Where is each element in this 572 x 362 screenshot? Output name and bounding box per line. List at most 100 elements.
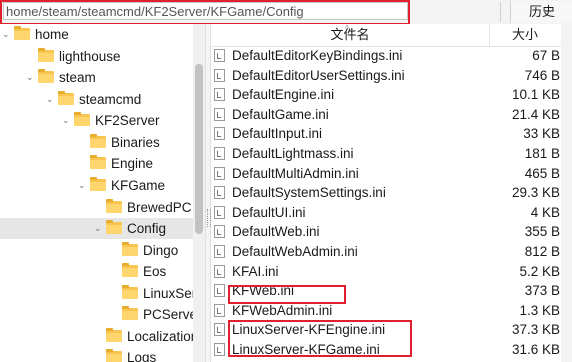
file-size: 21.4 KB — [511, 106, 560, 122]
tree-scrollbar[interactable] — [193, 24, 205, 362]
file-icon — [214, 166, 225, 180]
tree-item-label: steam — [59, 70, 96, 85]
tree-item-localization[interactable]: Localization — [0, 326, 198, 347]
folder-icon — [106, 199, 122, 213]
column-header-size[interactable]: 大小 — [490, 24, 560, 46]
file-row[interactable]: KFWebAdmin.ini 1.3 KB — [211, 301, 572, 321]
folder-icon — [106, 349, 122, 362]
file-name: DefaultUI.ini — [232, 204, 306, 220]
file-name: DefaultInput.ini — [232, 126, 323, 142]
file-row[interactable]: DefaultWebAdmin.ini 812 B — [211, 242, 572, 262]
folder-icon — [122, 306, 138, 320]
tree-scrollbar-thumb[interactable] — [195, 64, 203, 234]
file-row[interactable]: DefaultEditorKeyBindings.ini 67 B — [211, 46, 572, 66]
tree-item-label: Logs — [127, 350, 157, 362]
file-row[interactable]: KFAI.ini 5.2 KB — [211, 262, 572, 282]
file-name: KFWeb.ini — [232, 283, 295, 299]
chevron-down-icon[interactable]: ⌄ — [46, 94, 54, 104]
file-icon — [214, 343, 225, 356]
file-name: LinuxServer-KFEngine.ini — [232, 322, 386, 338]
file-size: 5.2 KB — [519, 263, 560, 279]
file-row[interactable]: DefaultEngine.ini 10.1 KB — [211, 85, 572, 105]
folder-icon — [38, 48, 54, 62]
tree-item-linuxserv[interactable]: LinuxServ — [0, 283, 203, 304]
column-header-name[interactable]: 文件名 — [211, 24, 490, 46]
file-name: DefaultEditorUserSettings.ini — [232, 67, 405, 83]
folder-icon — [106, 220, 122, 234]
file-row[interactable]: DefaultGame.ini 21.4 KB — [211, 105, 572, 125]
tree-item-dingo[interactable]: Dingo — [0, 240, 193, 261]
folder-icon — [122, 285, 138, 299]
tree-item-label: steamcmd — [79, 92, 142, 107]
file-icon — [214, 147, 225, 160]
tree-item-home[interactable]: ⌄ home — [0, 24, 193, 45]
file-row[interactable]: LinuxServer-KFGame.ini 31.6 KB — [211, 340, 572, 360]
tree-item-config[interactable]: ⌄ Config — [0, 218, 193, 239]
file-size: 29.3 KB — [511, 185, 560, 201]
file-icon — [214, 245, 225, 258]
history-button[interactable]: 历史 — [510, 1, 572, 23]
file-size: 1.3 KB — [519, 302, 560, 318]
tree-item-lighthouse[interactable]: lighthouse — [0, 46, 193, 67]
tree-item-brewedpc[interactable]: BrewedPC — [0, 197, 193, 218]
chevron-down-icon[interactable]: ⌄ — [78, 180, 86, 190]
file-row[interactable]: DefaultMultiAdmin.ini 465 B — [211, 164, 572, 184]
file-name: DefaultEditorKeyBindings.ini — [232, 48, 403, 63]
tree-item-kf2server[interactable]: ⌄ KF2Server — [0, 110, 193, 131]
file-row[interactable]: DefaultWeb.ini 355 B — [211, 222, 572, 242]
file-name: DefaultLightmass.ini — [232, 146, 354, 161]
tree-item-eos[interactable]: Eos — [0, 261, 193, 282]
file-size: 746 B — [524, 67, 560, 83]
file-icon — [214, 68, 225, 82]
file-list-scrollbar[interactable] — [561, 24, 572, 362]
file-icon — [214, 49, 225, 62]
file-name: LinuxServer-KFGame.ini — [232, 342, 380, 357]
chevron-down-icon[interactable]: ⌄ — [94, 223, 102, 233]
file-size: 10.1 KB — [511, 87, 560, 103]
file-name: DefaultGame.ini — [232, 106, 329, 122]
file-name: DefaultWebAdmin.ini — [232, 244, 358, 259]
file-size: 355 B — [524, 224, 560, 240]
chevron-down-icon[interactable]: ⌄ — [2, 29, 10, 39]
tree-item-pcserver[interactable]: PCServer — [0, 304, 202, 325]
file-icon — [214, 303, 225, 317]
tree-item-steamcmd[interactable]: ⌄ steamcmd — [0, 89, 193, 110]
file-size: 37.3 KB — [511, 322, 560, 338]
file-row[interactable]: DefaultUI.ini 4 KB — [211, 203, 572, 223]
tree-item-engine[interactable]: Engine — [0, 153, 193, 174]
chevron-down-icon[interactable]: ⌄ — [26, 72, 34, 82]
chevron-down-icon[interactable]: ⌄ — [62, 115, 70, 125]
folder-icon — [14, 26, 30, 40]
folder-icon — [106, 328, 122, 342]
file-row[interactable]: DefaultSystemSettings.ini 29.3 KB — [211, 183, 572, 203]
path-input[interactable]: home/steam/steamcmd/KF2Server/KFGame/Con… — [3, 2, 408, 20]
file-name: DefaultSystemSettings.ini — [232, 185, 386, 201]
file-size: 812 B — [524, 244, 560, 259]
file-row[interactable]: KFWeb.ini 373 B — [211, 281, 572, 301]
address-toolbar: home/steam/steamcmd/KF2Server/KFGame/Con… — [0, 0, 572, 25]
file-name: KFWebAdmin.ini — [232, 302, 333, 318]
file-size: 4 KB — [530, 204, 560, 220]
tree-item-label: KFGame — [111, 178, 166, 193]
folder-icon — [90, 155, 106, 169]
file-icon — [214, 264, 225, 278]
tree-item-logs[interactable]: Logs — [0, 347, 193, 362]
file-size: 373 B — [524, 283, 560, 299]
file-icon — [214, 127, 225, 141]
file-size: 465 B — [524, 165, 560, 181]
file-row[interactable]: DefaultLightmass.ini 181 B — [211, 144, 572, 164]
file-name: DefaultMultiAdmin.ini — [232, 165, 359, 181]
folder-icon — [74, 112, 90, 126]
file-size: 181 B — [524, 146, 560, 161]
file-name: DefaultWeb.ini — [232, 224, 320, 240]
file-size: 67 B — [532, 48, 560, 63]
folder-tree: ⌄ home lighthouse ⌄ steam ⌄ steamcmd ⌄ KF2Server… — [0, 24, 205, 362]
file-row[interactable]: DefaultInput.ini 33 KB — [211, 124, 572, 144]
file-icon — [214, 205, 225, 219]
tree-item-binaries[interactable]: Binaries — [0, 132, 193, 153]
tree-item-kfgame[interactable]: ⌄ KFGame — [0, 175, 193, 196]
file-row[interactable]: DefaultEditorUserSettings.ini 746 B — [211, 66, 572, 86]
folder-icon — [122, 263, 138, 277]
tree-item-steam[interactable]: ⌄ steam — [0, 67, 193, 88]
file-row[interactable]: LinuxServer-KFEngine.ini 37.3 KB — [211, 320, 572, 340]
